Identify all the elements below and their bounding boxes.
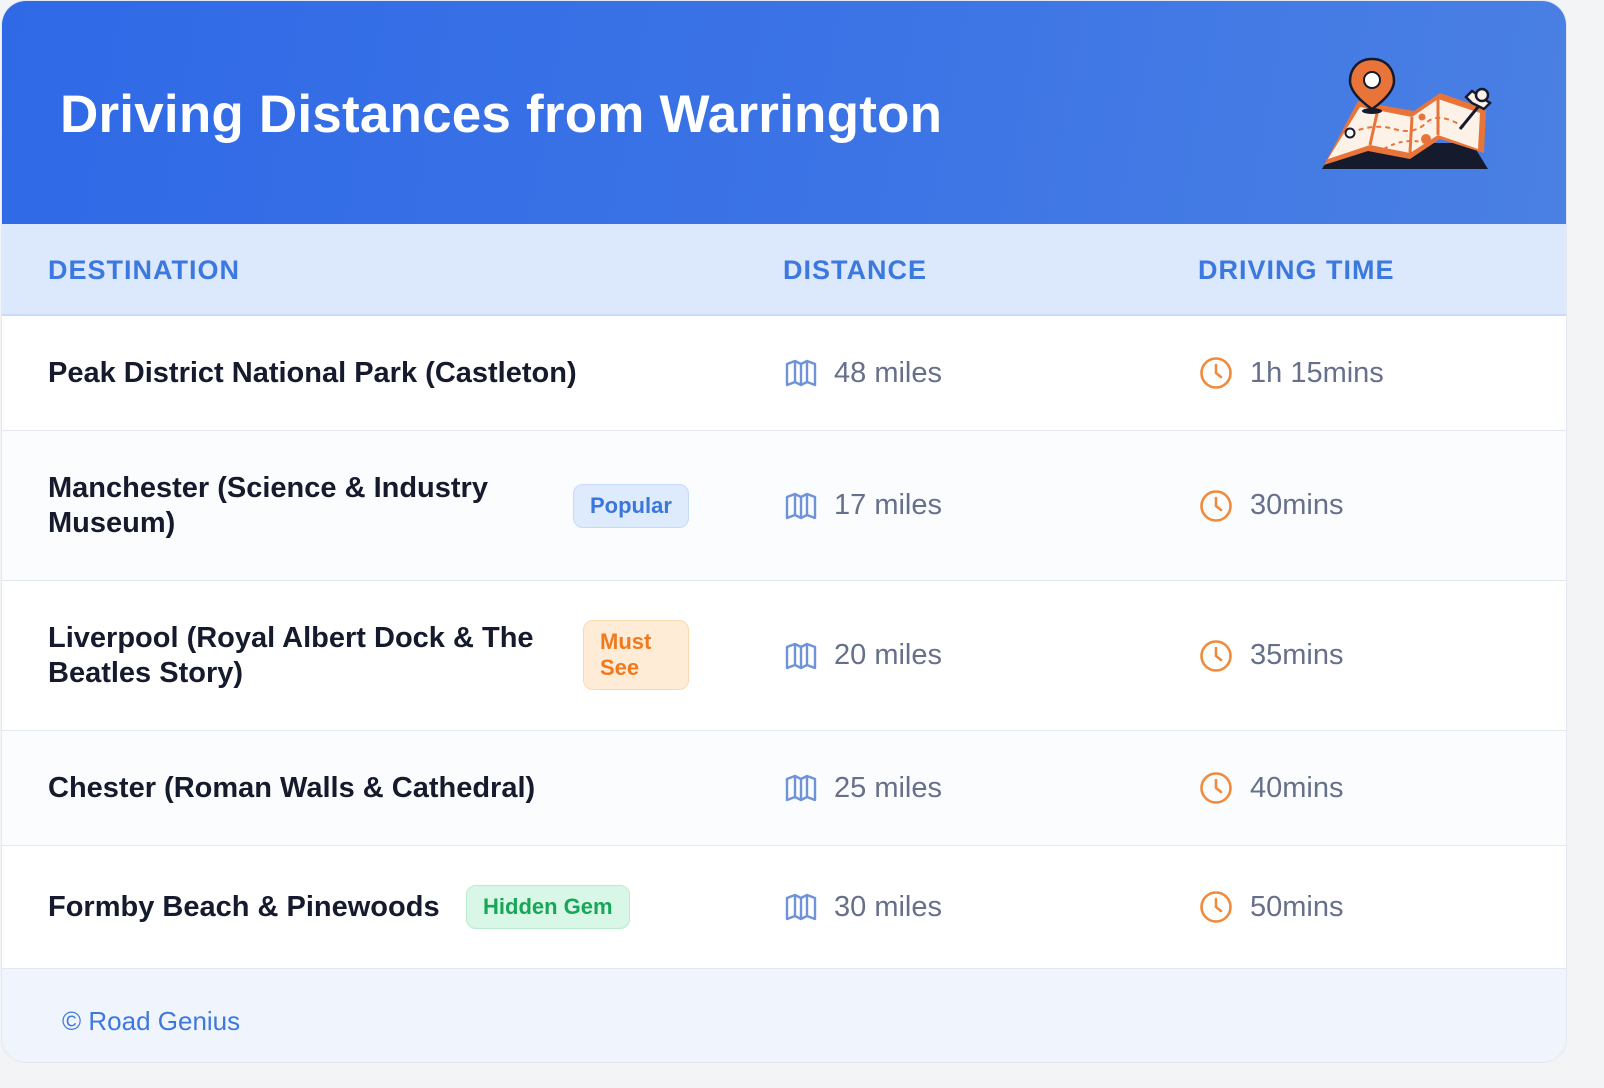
clock-icon xyxy=(1199,489,1233,523)
clock-icon xyxy=(1199,890,1233,924)
destination-cell: Chester (Roman Walls & Cathedral) xyxy=(48,731,708,845)
distance-card: Driving Distances from Warrington DESTIN… xyxy=(2,1,1566,1062)
clock-icon xyxy=(1199,771,1233,805)
distance-cell: 25 miles xyxy=(785,731,942,845)
time-value: 35mins xyxy=(1250,639,1344,671)
destination-name: Liverpool (Royal Albert Dock & The Beatl… xyxy=(48,621,534,689)
map-icon xyxy=(785,492,817,520)
hidden-gem-badge: Hidden Gem xyxy=(466,885,630,929)
time-value: 40mins xyxy=(1250,771,1344,804)
distance-cell: 20 miles xyxy=(785,581,942,730)
distance-value: 20 miles xyxy=(834,639,942,671)
destination-cell: Peak District National Park (Castleton) xyxy=(48,316,708,430)
map-icon xyxy=(785,359,817,387)
map-with-pin-icon xyxy=(1314,53,1496,177)
time-cell: 1h 15mins xyxy=(1199,316,1384,430)
table-header: DESTINATION DISTANCE DRIVING TIME xyxy=(2,224,1566,316)
time-value: 1h 15mins xyxy=(1250,356,1384,389)
distance-cell: 30 miles xyxy=(785,846,942,968)
distance-value: 30 miles xyxy=(834,890,942,923)
table-row: Formby Beach & Pinewoods Hidden Gem 30 m… xyxy=(2,846,1566,968)
column-header-destination: DESTINATION xyxy=(48,255,240,285)
distance-value: 25 miles xyxy=(834,771,942,804)
table-row: Peak District National Park (Castleton) … xyxy=(2,316,1566,431)
clock-icon xyxy=(1199,639,1233,673)
column-header-driving-time: DRIVING TIME xyxy=(1198,255,1395,285)
map-icon xyxy=(785,893,817,921)
clock-icon xyxy=(1199,356,1233,390)
destination-name: Peak District National Park (Castleton) xyxy=(48,356,577,389)
column-header-distance: DISTANCE xyxy=(783,255,928,285)
footer-credit: © Road Genius xyxy=(62,1006,241,1036)
time-cell: 35mins xyxy=(1199,581,1344,730)
destination-cell: Manchester (Science & Industry Museum) xyxy=(48,431,528,580)
time-value: 30mins xyxy=(1250,489,1344,521)
destination-cell: Liverpool (Royal Albert Dock & The Beatl… xyxy=(48,581,558,730)
table-row: Manchester (Science & Industry Museum) P… xyxy=(2,431,1566,581)
footer: © Road Genius xyxy=(2,968,1566,1062)
table-row: Chester (Roman Walls & Cathedral) 25 mil… xyxy=(2,731,1566,846)
page-title: Driving Distances from Warrington xyxy=(60,85,943,144)
popular-badge: Popular xyxy=(573,484,689,528)
time-cell: 50mins xyxy=(1199,846,1344,968)
distance-cell: 48 miles xyxy=(785,316,942,430)
time-cell: 30mins xyxy=(1199,431,1344,580)
destination-name: Chester (Roman Walls & Cathedral) xyxy=(48,771,536,804)
table-row: Liverpool (Royal Albert Dock & The Beatl… xyxy=(2,581,1566,731)
destination-cell: Formby Beach & Pinewoods xyxy=(48,846,468,968)
header-banner: Driving Distances from Warrington xyxy=(2,1,1566,224)
destination-name: Manchester (Science & Industry Museum) xyxy=(48,471,488,539)
distance-cell: 17 miles xyxy=(785,431,942,580)
map-icon xyxy=(785,642,817,670)
time-cell: 40mins xyxy=(1199,731,1344,845)
time-value: 50mins xyxy=(1250,890,1344,923)
distance-value: 17 miles xyxy=(834,489,942,521)
must-see-badge: Must See xyxy=(583,620,689,690)
distance-value: 48 miles xyxy=(834,356,942,389)
destination-name: Formby Beach & Pinewoods xyxy=(48,890,440,923)
map-icon xyxy=(785,774,817,802)
